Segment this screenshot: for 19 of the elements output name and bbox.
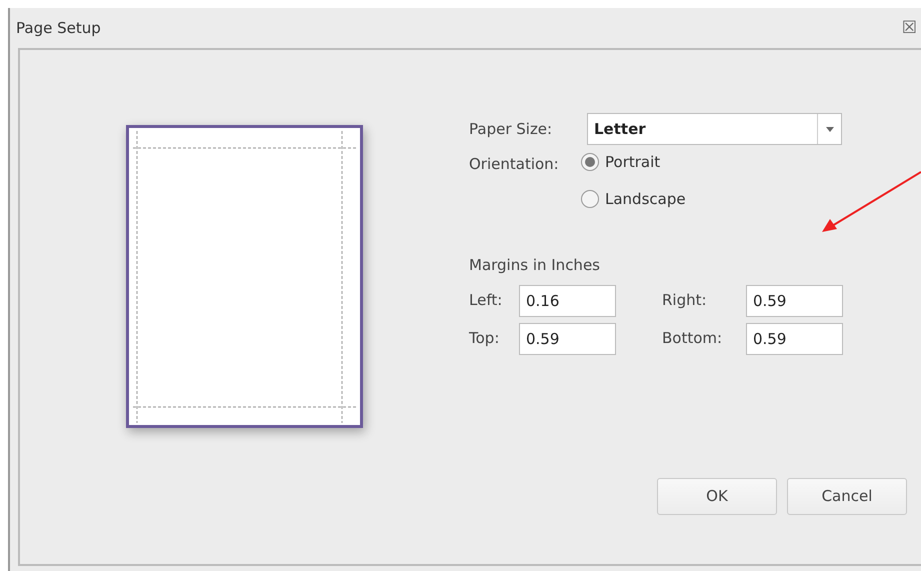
close-button[interactable]: ☒ [902,20,917,36]
field-label: Left: [469,290,504,312]
dialog-button[interactable]: OK [657,478,777,515]
radio-option[interactable]: Portrait [581,151,686,174]
margin-field[interactable]: 0.59 [746,322,843,354]
window-title: Page Setup [16,18,101,39]
margin-field[interactable]: 0.16 [519,284,616,316]
section-heading: Margins in Inches [469,255,601,276]
field-label: Paper Size: [469,118,554,140]
margin-field[interactable]: 0.59 [519,322,616,354]
paper-size-dropdown[interactable]: Letter [587,113,842,145]
field-label: Bottom: [662,328,724,350]
caret-icon [826,126,834,132]
radio-option[interactable]: Landscape [581,188,686,210]
dialog-button[interactable]: Cancel [787,478,907,515]
field-label: Orientation: [469,154,560,175]
field-label: Top: [469,328,500,350]
field-label: Right: [662,290,708,312]
margin-field[interactable]: 0.59 [746,284,843,316]
